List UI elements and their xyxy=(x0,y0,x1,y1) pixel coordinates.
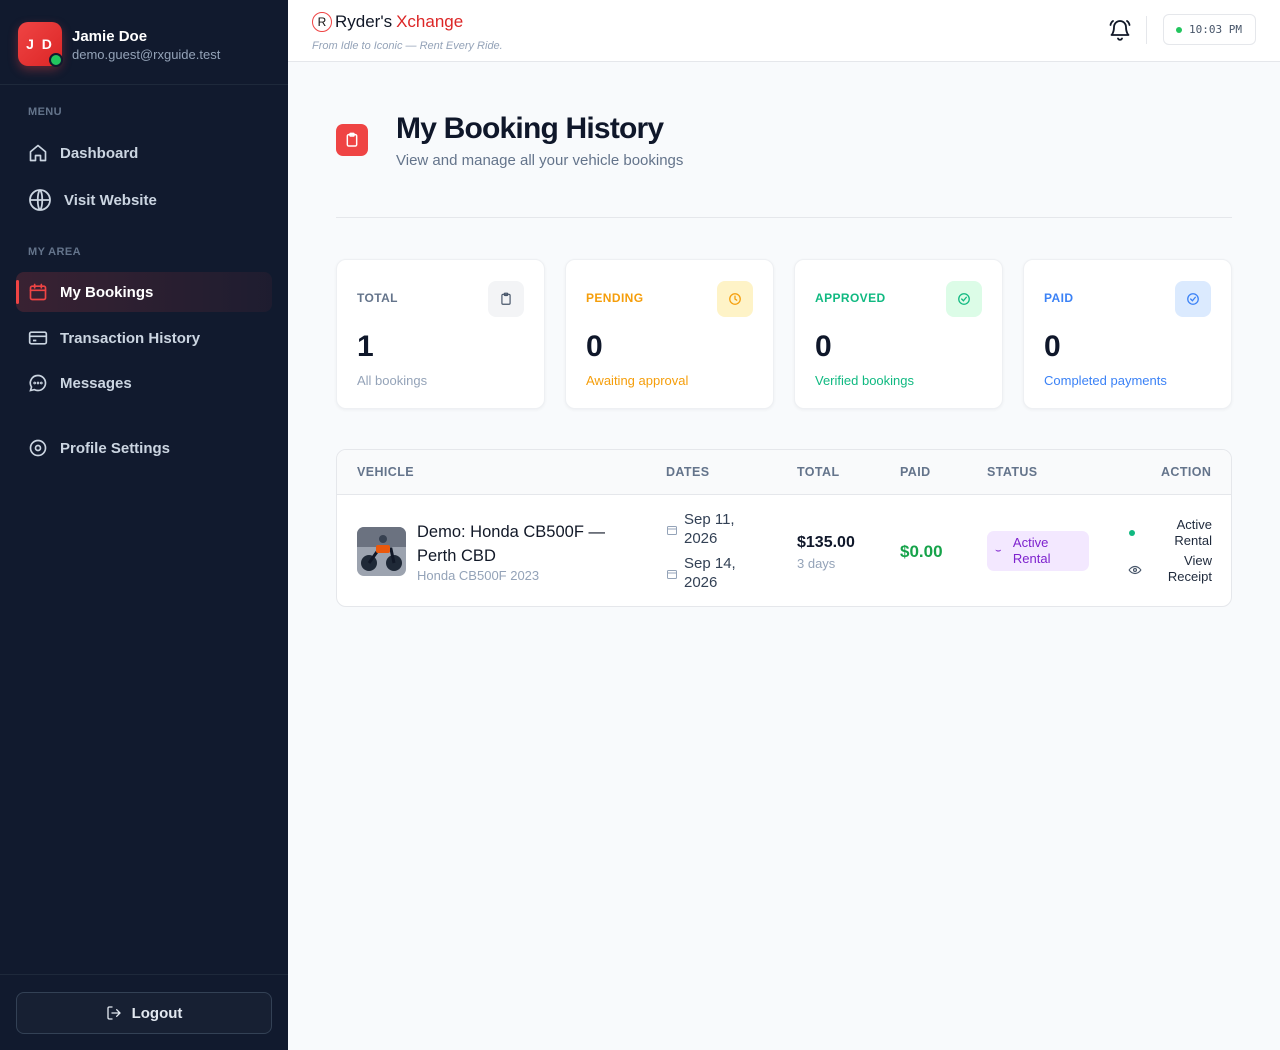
vehicle-name[interactable]: Demo: Honda CB500F — Perth CBD xyxy=(417,520,637,568)
vehicle-model: Honda CB500F 2023 xyxy=(417,568,540,583)
stat-value: 0 xyxy=(815,330,832,363)
sidebar-divider xyxy=(0,84,288,85)
sidebar-item-messages[interactable]: Messages xyxy=(16,363,272,403)
table-header: VEHICLE DATES TOTAL PAID STATUS ACTION xyxy=(337,450,1231,495)
settings-icon xyxy=(28,438,48,458)
sidebar-item-visit-website[interactable]: Visit Website xyxy=(16,180,272,220)
logout-icon xyxy=(106,1006,121,1020)
my-area-section-label: MY AREA xyxy=(28,246,81,258)
logo-text-ryders: Ryder's xyxy=(335,12,393,31)
stat-card-approved: APPROVED 0 Verified bookings xyxy=(794,259,1003,409)
title-divider xyxy=(336,217,1232,218)
stat-description: All bookings xyxy=(357,373,428,388)
start-date: Sep 11, 2026 xyxy=(684,511,735,547)
active-status-dot xyxy=(1129,530,1135,536)
clock-status-dot xyxy=(1176,26,1182,33)
sidebar-item-my-bookings[interactable]: My Bookings xyxy=(16,272,272,312)
sidebar-bottom-divider xyxy=(0,974,288,975)
user-email: demo.guest@rxguide.test xyxy=(72,47,221,62)
column-header-status: STATUS xyxy=(987,465,1038,479)
stat-card-pending: PENDING 0 Awaiting approval xyxy=(565,259,774,409)
action-status-label: Active Rental xyxy=(1174,517,1212,548)
sidebar-item-label: Profile Settings xyxy=(60,439,171,457)
bell-icon[interactable] xyxy=(1108,18,1132,42)
stat-description: Completed payments xyxy=(1044,373,1167,388)
spinner-icon: ⌣ xyxy=(995,545,1002,556)
booking-duration: 3 days xyxy=(797,556,836,571)
sidebar: J D Jamie Doe demo.guest@rxguide.test ME… xyxy=(0,0,288,1050)
top-header: R Ryder's Xchange From Idle to Iconic — … xyxy=(288,0,1280,62)
calendar-icon xyxy=(667,526,677,535)
column-header-vehicle: VEHICLE xyxy=(357,465,414,479)
column-header-action: ACTION xyxy=(1161,465,1212,479)
user-name: Jamie Doe xyxy=(72,28,148,45)
sidebar-item-dashboard[interactable]: Dashboard xyxy=(16,133,272,173)
status-badge: ⌣ Active Rental xyxy=(987,531,1089,571)
booking-total: $135.00 xyxy=(797,534,855,551)
credit-card-icon xyxy=(28,328,48,348)
sidebar-item-label: Visit Website xyxy=(64,191,157,209)
home-icon xyxy=(28,143,48,163)
stat-value: 0 xyxy=(1044,330,1061,363)
sidebar-item-label: My Bookings xyxy=(60,283,154,301)
calendar-icon xyxy=(28,282,48,302)
sidebar-item-transaction-history[interactable]: Transaction History xyxy=(16,318,272,358)
sidebar-item-label: Messages xyxy=(60,374,132,392)
brand-tagline: From Idle to Iconic — Rent Every Ride. xyxy=(312,40,503,52)
menu-section-label: MENU xyxy=(28,106,62,118)
page-subtitle: View and manage all your vehicle booking… xyxy=(396,152,684,169)
brand-logo[interactable]: R Ryder's Xchange xyxy=(312,12,463,32)
stat-label: APPROVED xyxy=(815,291,886,305)
header-separator xyxy=(1146,16,1147,44)
clock-icon xyxy=(717,281,753,317)
end-date: Sep 14, 2026 xyxy=(684,555,736,591)
column-header-total: TOTAL xyxy=(797,465,840,479)
clipboard-icon xyxy=(488,281,524,317)
stat-value: 0 xyxy=(586,330,603,363)
booking-paid: $0.00 xyxy=(900,542,943,561)
view-receipt-link[interactable]: View Receipt xyxy=(1157,553,1212,585)
logout-label: Logout xyxy=(131,1004,183,1022)
logo-text-xchange: Xchange xyxy=(396,12,464,31)
sidebar-item-profile-settings[interactable]: Profile Settings xyxy=(16,428,272,468)
stat-label: TOTAL xyxy=(357,291,398,305)
clipboard-icon xyxy=(336,124,368,156)
stat-label: PENDING xyxy=(586,291,644,305)
online-status-indicator xyxy=(49,53,63,67)
check-circle-icon xyxy=(1175,281,1211,317)
chat-bubble-icon xyxy=(28,373,48,393)
sidebar-item-label: Transaction History xyxy=(60,329,201,347)
logo-mark: R xyxy=(312,12,332,32)
stat-description: Awaiting approval xyxy=(586,373,689,388)
globe-icon xyxy=(28,188,52,212)
status-label: Active Rental xyxy=(1012,535,1051,566)
vehicle-thumbnail[interactable] xyxy=(357,527,406,576)
check-circle-icon xyxy=(946,281,982,317)
column-header-dates: DATES xyxy=(666,465,710,479)
calendar-icon xyxy=(667,570,677,579)
clock-time: 10:03 PM xyxy=(1189,23,1242,36)
page-title: My Booking History xyxy=(396,112,664,145)
clock-display: 10:03 PM xyxy=(1163,14,1256,45)
sidebar-item-label: Dashboard xyxy=(60,144,139,162)
eye-icon[interactable] xyxy=(1128,563,1142,577)
stat-card-paid: PAID 0 Completed payments xyxy=(1023,259,1232,409)
bookings-table: VEHICLE DATES TOTAL PAID STATUS ACTION D… xyxy=(336,449,1232,607)
user-profile[interactable]: J D Jamie Doe demo.guest@rxguide.test xyxy=(18,20,278,70)
column-header-paid: PAID xyxy=(900,465,931,479)
logout-button[interactable]: Logout xyxy=(16,992,272,1034)
stat-card-total: TOTAL 1 All bookings xyxy=(336,259,545,409)
stat-description: Verified bookings xyxy=(815,373,915,388)
stat-label: PAID xyxy=(1044,291,1074,305)
stat-value: 1 xyxy=(357,330,374,363)
